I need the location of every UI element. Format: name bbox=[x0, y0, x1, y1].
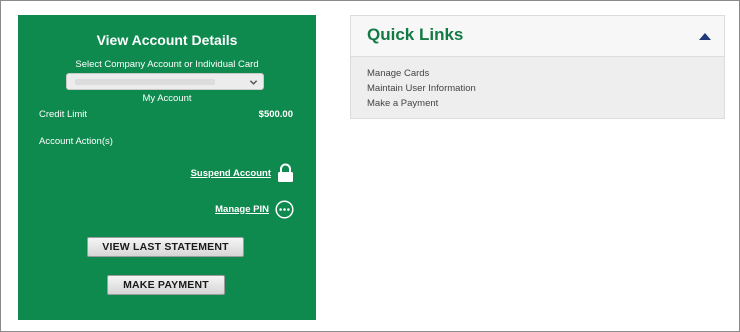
selected-account-name: My Account bbox=[142, 93, 192, 104]
quick-link-manage-cards[interactable]: Manage Cards bbox=[367, 66, 476, 81]
credit-limit-value: $500.00 bbox=[258, 109, 293, 120]
quick-link-make-a-payment[interactable]: Make a Payment bbox=[367, 96, 476, 111]
caret-up-icon[interactable] bbox=[698, 31, 712, 41]
account-details-panel: View Account Details Select Company Acco… bbox=[18, 15, 316, 320]
suspend-account-action: Suspend Account bbox=[191, 162, 294, 184]
quick-links-header: Quick Links bbox=[351, 16, 724, 57]
quick-links-title: Quick Links bbox=[367, 25, 464, 44]
quick-links-panel: Quick Links Manage Cards Maintain User I… bbox=[350, 15, 725, 119]
manage-pin-link[interactable]: Manage PIN bbox=[215, 204, 269, 215]
account-details-title: View Account Details bbox=[96, 32, 238, 48]
quick-link-maintain-user-information[interactable]: Maintain User Information bbox=[367, 81, 476, 96]
view-last-statement-button[interactable]: VIEW LAST STATEMENT bbox=[87, 237, 244, 257]
account-actions-label: Account Action(s) bbox=[39, 136, 113, 147]
credit-limit-label: Credit Limit bbox=[39, 109, 88, 120]
account-select-dropdown[interactable] bbox=[66, 73, 264, 90]
quick-links-list: Manage Cards Maintain User Information M… bbox=[367, 66, 476, 111]
account-select-label: Select Company Account or Individual Car… bbox=[75, 59, 259, 70]
suspend-account-link[interactable]: Suspend Account bbox=[191, 168, 271, 179]
more-dots-icon[interactable] bbox=[275, 199, 294, 219]
lock-icon[interactable] bbox=[277, 163, 294, 183]
chevron-down-icon bbox=[249, 80, 258, 85]
make-payment-button[interactable]: MAKE PAYMENT bbox=[107, 275, 225, 295]
page-frame: View Account Details Select Company Acco… bbox=[0, 0, 740, 332]
account-select-value bbox=[75, 79, 215, 85]
manage-pin-action: Manage PIN bbox=[215, 198, 294, 220]
